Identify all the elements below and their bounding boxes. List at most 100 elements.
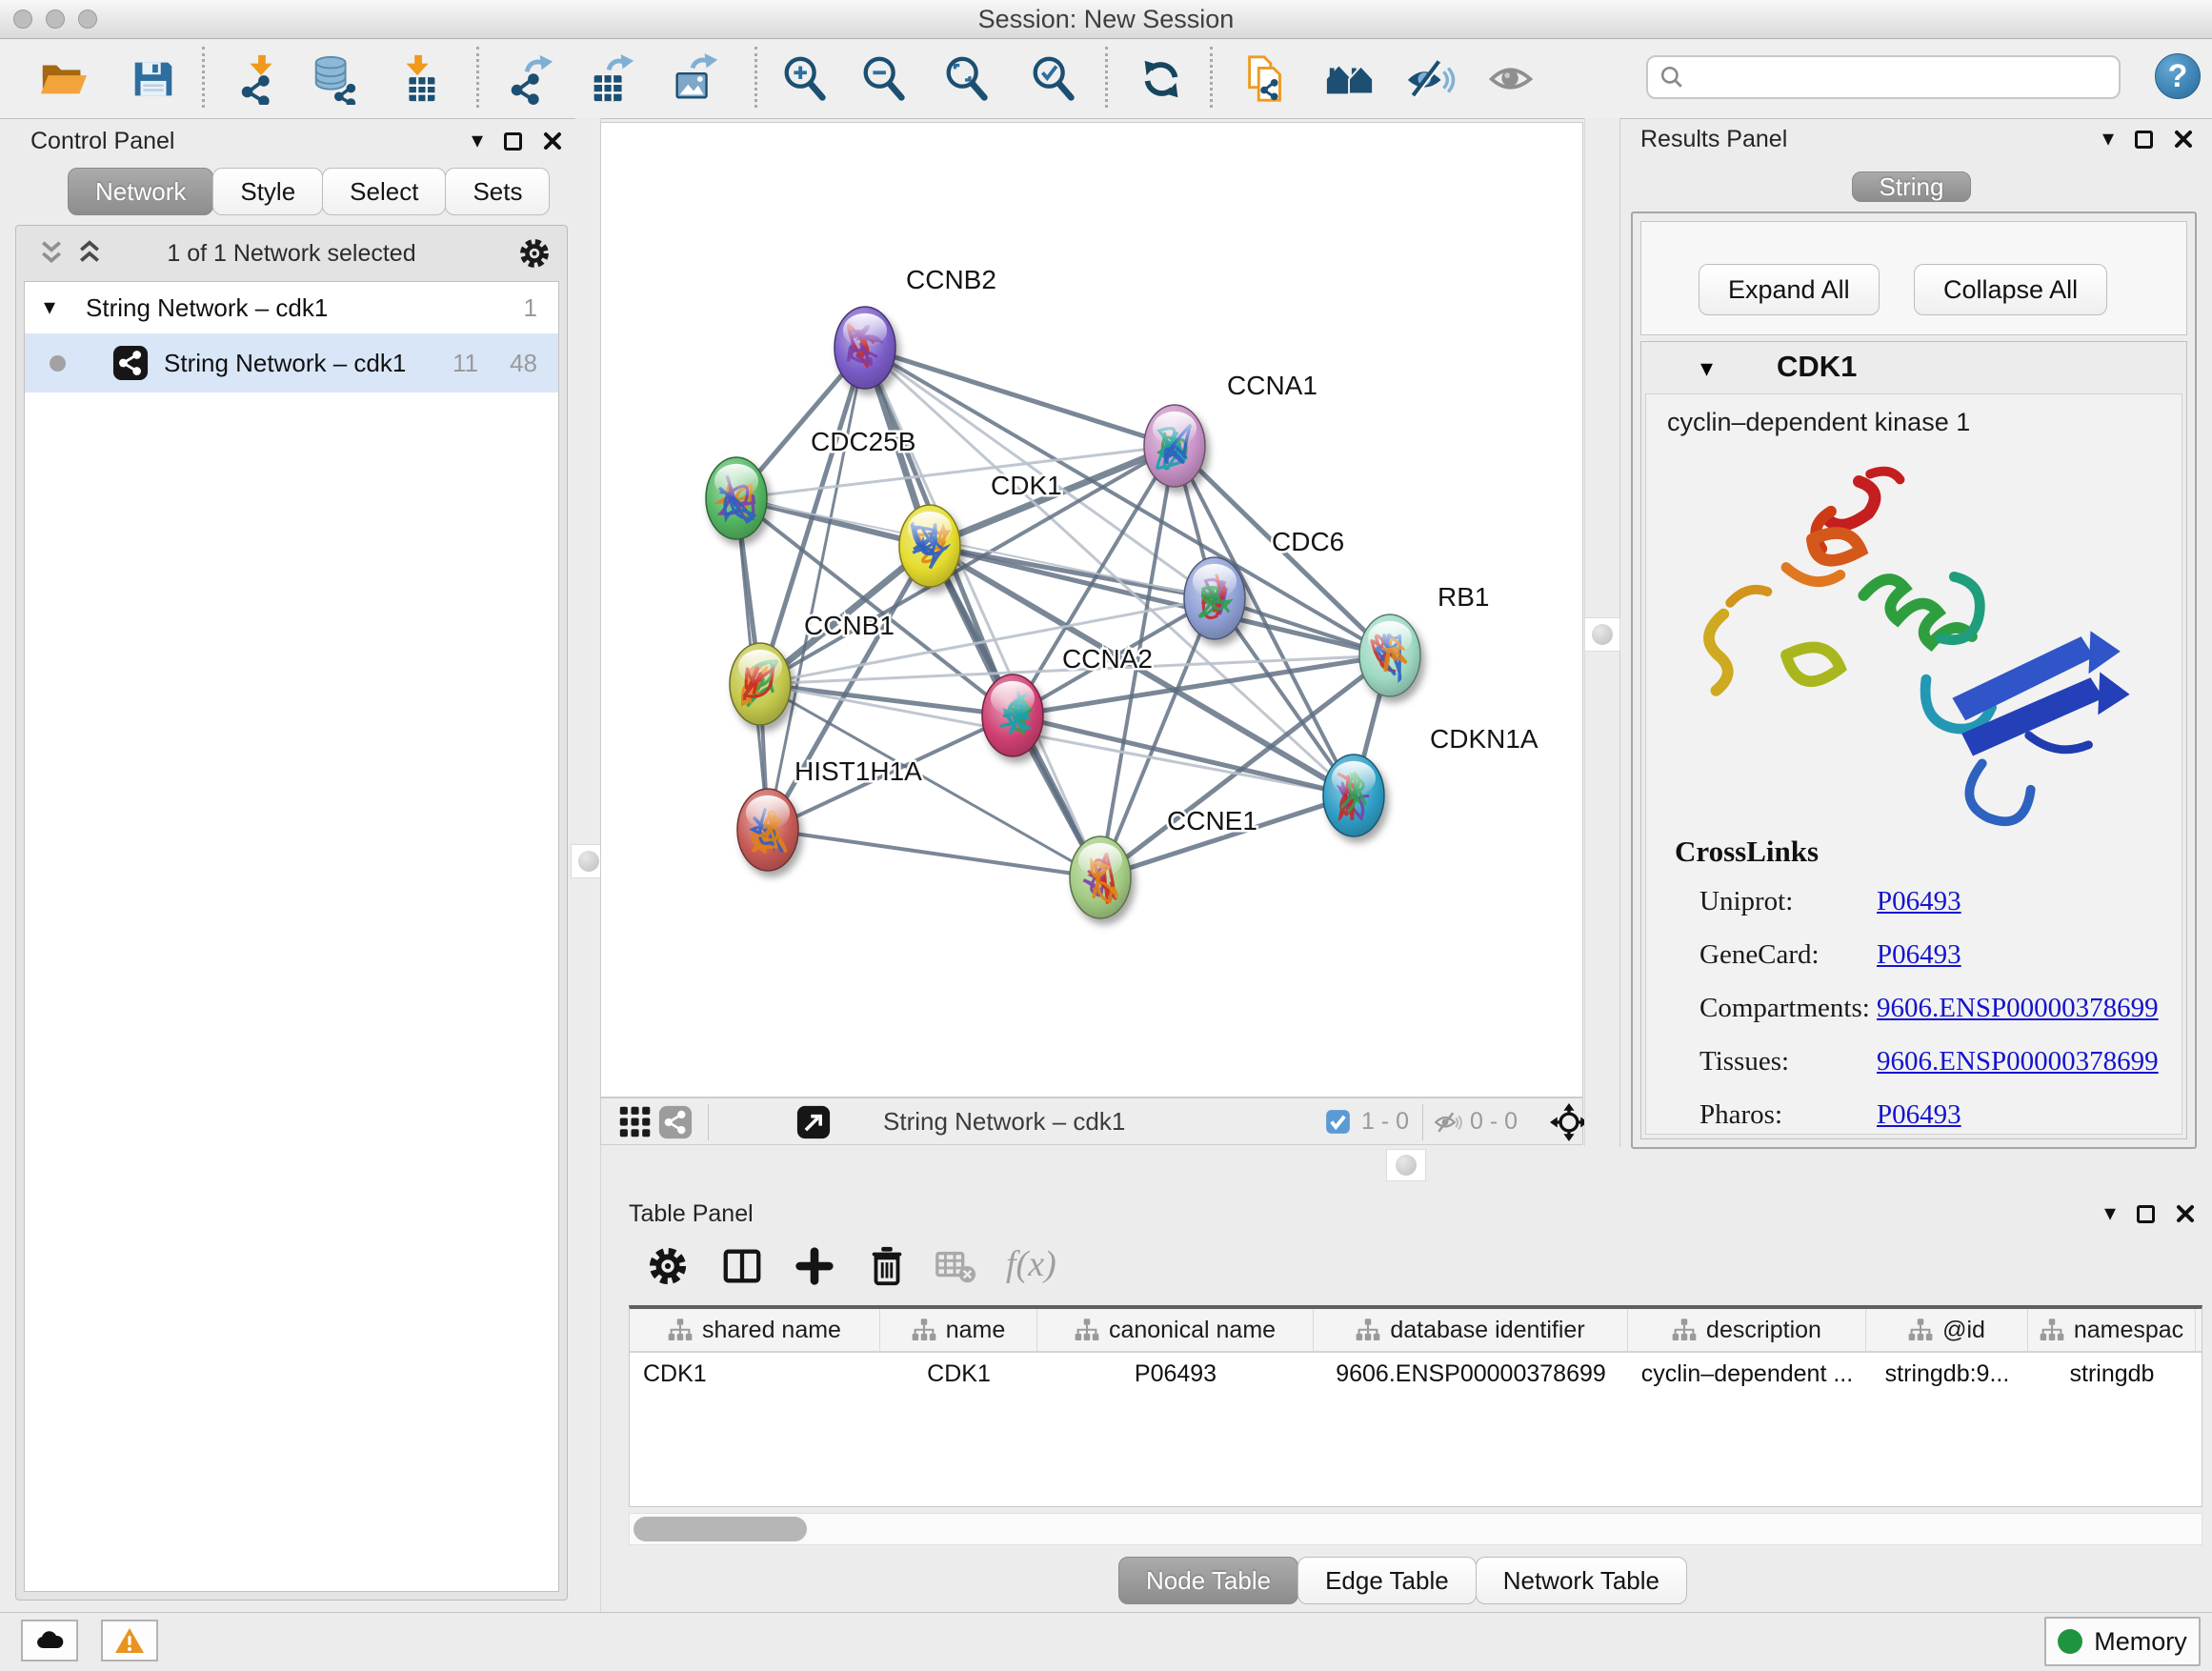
scrollbar-thumb[interactable] [633, 1517, 807, 1541]
column-header--id[interactable]: @id [1866, 1309, 2028, 1351]
crosslink-link[interactable]: P06493 [1877, 886, 1961, 917]
open-session-button[interactable] [36, 51, 91, 107]
crosslink-link[interactable]: 9606.ENSP00000378699 [1877, 1046, 2159, 1077]
table-cell[interactable]: CDK1 [630, 1353, 880, 1395]
column-header-shared-name[interactable]: shared name [630, 1309, 880, 1351]
show-columns-icon[interactable] [716, 1240, 768, 1292]
crosslink-link[interactable]: P06493 [1877, 939, 1961, 971]
gene-expand-icon[interactable]: ▾ [1700, 353, 1713, 383]
network-collection-row[interactable]: ▾ String Network – cdk1 1 [25, 282, 558, 333]
import-network-button[interactable] [233, 51, 289, 107]
node-CDC25B[interactable] [706, 457, 767, 539]
tab-select[interactable]: Select [322, 168, 446, 215]
tab-network[interactable]: Network [68, 168, 213, 215]
control-panel-menu-icon[interactable]: ▾ [472, 130, 483, 152]
fit-content-crosshair-icon[interactable] [1550, 1103, 1588, 1141]
crosslink-link[interactable]: P06493 [1877, 1099, 1961, 1131]
crosslink-link[interactable]: 9606.ENSP00000378699 [1877, 993, 2159, 1024]
tab-edge-table[interactable]: Edge Table [1297, 1557, 1477, 1604]
node-CDK1[interactable] [899, 505, 960, 587]
network-row-selected[interactable]: String Network – cdk1 11 48 [25, 333, 558, 393]
edge-CCNA2-CDKN1A[interactable] [1013, 715, 1354, 795]
memory-indicator[interactable]: Memory [2044, 1617, 2201, 1666]
column-header-description[interactable]: description [1628, 1309, 1866, 1351]
crosslink-label: GeneCard: [1699, 939, 1820, 971]
first-neighbors-button[interactable] [1322, 51, 1377, 107]
zoom-selected-button[interactable] [1026, 51, 1081, 107]
node-CCNB2[interactable] [835, 307, 895, 389]
tab-sets[interactable]: Sets [445, 168, 550, 215]
column-header-canonical-name[interactable]: canonical name [1037, 1309, 1314, 1351]
node-RB1[interactable] [1359, 614, 1420, 696]
node-CCNB1[interactable] [730, 643, 791, 725]
table-cell[interactable]: CDK1 [880, 1353, 1037, 1395]
show-hide-graphics-button[interactable] [1402, 51, 1458, 107]
apply-layout-button[interactable] [1134, 51, 1189, 107]
control-panel-close-icon[interactable] [543, 131, 562, 151]
table-row[interactable]: CDK1CDK1P064939606.ENSP00000378699cyclin… [630, 1353, 2202, 1395]
network-options-gear-icon[interactable] [517, 236, 552, 271]
selected-checkbox-icon[interactable] [1325, 1109, 1351, 1135]
hidden-eye-slash-icon[interactable] [1434, 1108, 1462, 1137]
column-header-namespac[interactable]: namespac [2028, 1309, 2196, 1351]
clone-network-button[interactable] [1238, 51, 1294, 107]
table-horizontal-scrollbar[interactable] [629, 1513, 2202, 1545]
expand-all-button[interactable]: Expand All [1699, 264, 1880, 315]
node-CCNE1[interactable] [1070, 836, 1131, 918]
table-cell[interactable]: cyclin–dependent ... [1628, 1353, 1866, 1395]
collapse-all-button[interactable]: Collapse All [1914, 264, 2107, 315]
node-CCNA1[interactable] [1144, 405, 1205, 487]
export-table-button[interactable] [583, 51, 638, 107]
birds-eye-grid-icon[interactable] [618, 1105, 653, 1139]
search-input[interactable] [1692, 63, 2119, 92]
delete-column-trash-icon[interactable] [861, 1240, 913, 1292]
control-panel-float-icon[interactable] [504, 132, 522, 151]
export-image-button[interactable] [667, 51, 722, 107]
export-network-button[interactable] [503, 51, 558, 107]
column-header-name[interactable]: name [880, 1309, 1037, 1351]
save-session-button[interactable] [126, 51, 181, 107]
table-cell[interactable]: stringdb [2028, 1353, 2196, 1395]
import-table-button[interactable] [392, 51, 448, 107]
results-panel-menu-icon[interactable]: ▾ [2102, 128, 2114, 151]
table-panel-menu-icon[interactable]: ▾ [2104, 1202, 2116, 1225]
help-button[interactable]: ? [2155, 53, 2201, 99]
zoom-in-button[interactable] [777, 51, 833, 107]
cloud-button[interactable] [21, 1620, 78, 1661]
node-CDKN1A[interactable] [1323, 755, 1384, 836]
table-cell[interactable]: 9606.ENSP00000378699 [1314, 1353, 1628, 1395]
tab-node-table[interactable]: Node Table [1118, 1557, 1298, 1604]
delete-table-icon[interactable] [930, 1240, 981, 1292]
network-badge-icon[interactable] [658, 1105, 693, 1139]
node-CCNA2[interactable] [982, 674, 1043, 756]
show-graphics-details-button[interactable] [1484, 51, 1539, 107]
collection-expand-icon[interactable]: ▾ [44, 282, 55, 333]
edge-HIST1H1A-CCNE1[interactable] [768, 830, 1100, 877]
table-cell[interactable]: stringdb:9... [1866, 1353, 2028, 1395]
gene-entry-header[interactable]: ▾ CDK1 [1641, 342, 2186, 393]
node-CDC6[interactable] [1184, 557, 1245, 639]
results-panel-float-icon[interactable] [2135, 131, 2153, 149]
node-HIST1H1A[interactable] [737, 789, 798, 871]
zoom-out-button[interactable] [856, 51, 912, 107]
table-splitter-handle[interactable] [1386, 1149, 1426, 1181]
import-network-from-database-button[interactable] [307, 51, 362, 107]
create-column-plus-icon[interactable] [789, 1240, 840, 1292]
table-options-gear-icon[interactable] [642, 1240, 694, 1292]
tab-network-table[interactable]: Network Table [1476, 1557, 1687, 1604]
results-panel-close-icon[interactable] [2174, 130, 2193, 149]
column-header-database-identifier[interactable]: database identifier [1314, 1309, 1628, 1351]
tab-style[interactable]: Style [212, 168, 323, 215]
table-panel-float-icon[interactable] [2137, 1205, 2155, 1223]
table-panel-close-icon[interactable] [2176, 1204, 2195, 1223]
edge-CCNB1-CCNA2[interactable] [760, 684, 1013, 715]
tab-string[interactable]: String [1852, 171, 1972, 202]
zoom-fit-button[interactable] [939, 51, 995, 107]
warnings-button[interactable] [101, 1620, 158, 1661]
right-splitter-handle[interactable] [1584, 617, 1620, 652]
function-builder-button[interactable]: f(x) [1000, 1242, 1062, 1286]
network-view-canvas[interactable]: CCNB2CCNA1CDC25BCDK1CDC6RB1CCNB1CCNA2CDK… [600, 122, 1583, 1097]
network-label: String Network – cdk1 [164, 333, 406, 393]
open-in-browser-icon[interactable] [796, 1105, 831, 1139]
table-cell[interactable]: P06493 [1037, 1353, 1314, 1395]
